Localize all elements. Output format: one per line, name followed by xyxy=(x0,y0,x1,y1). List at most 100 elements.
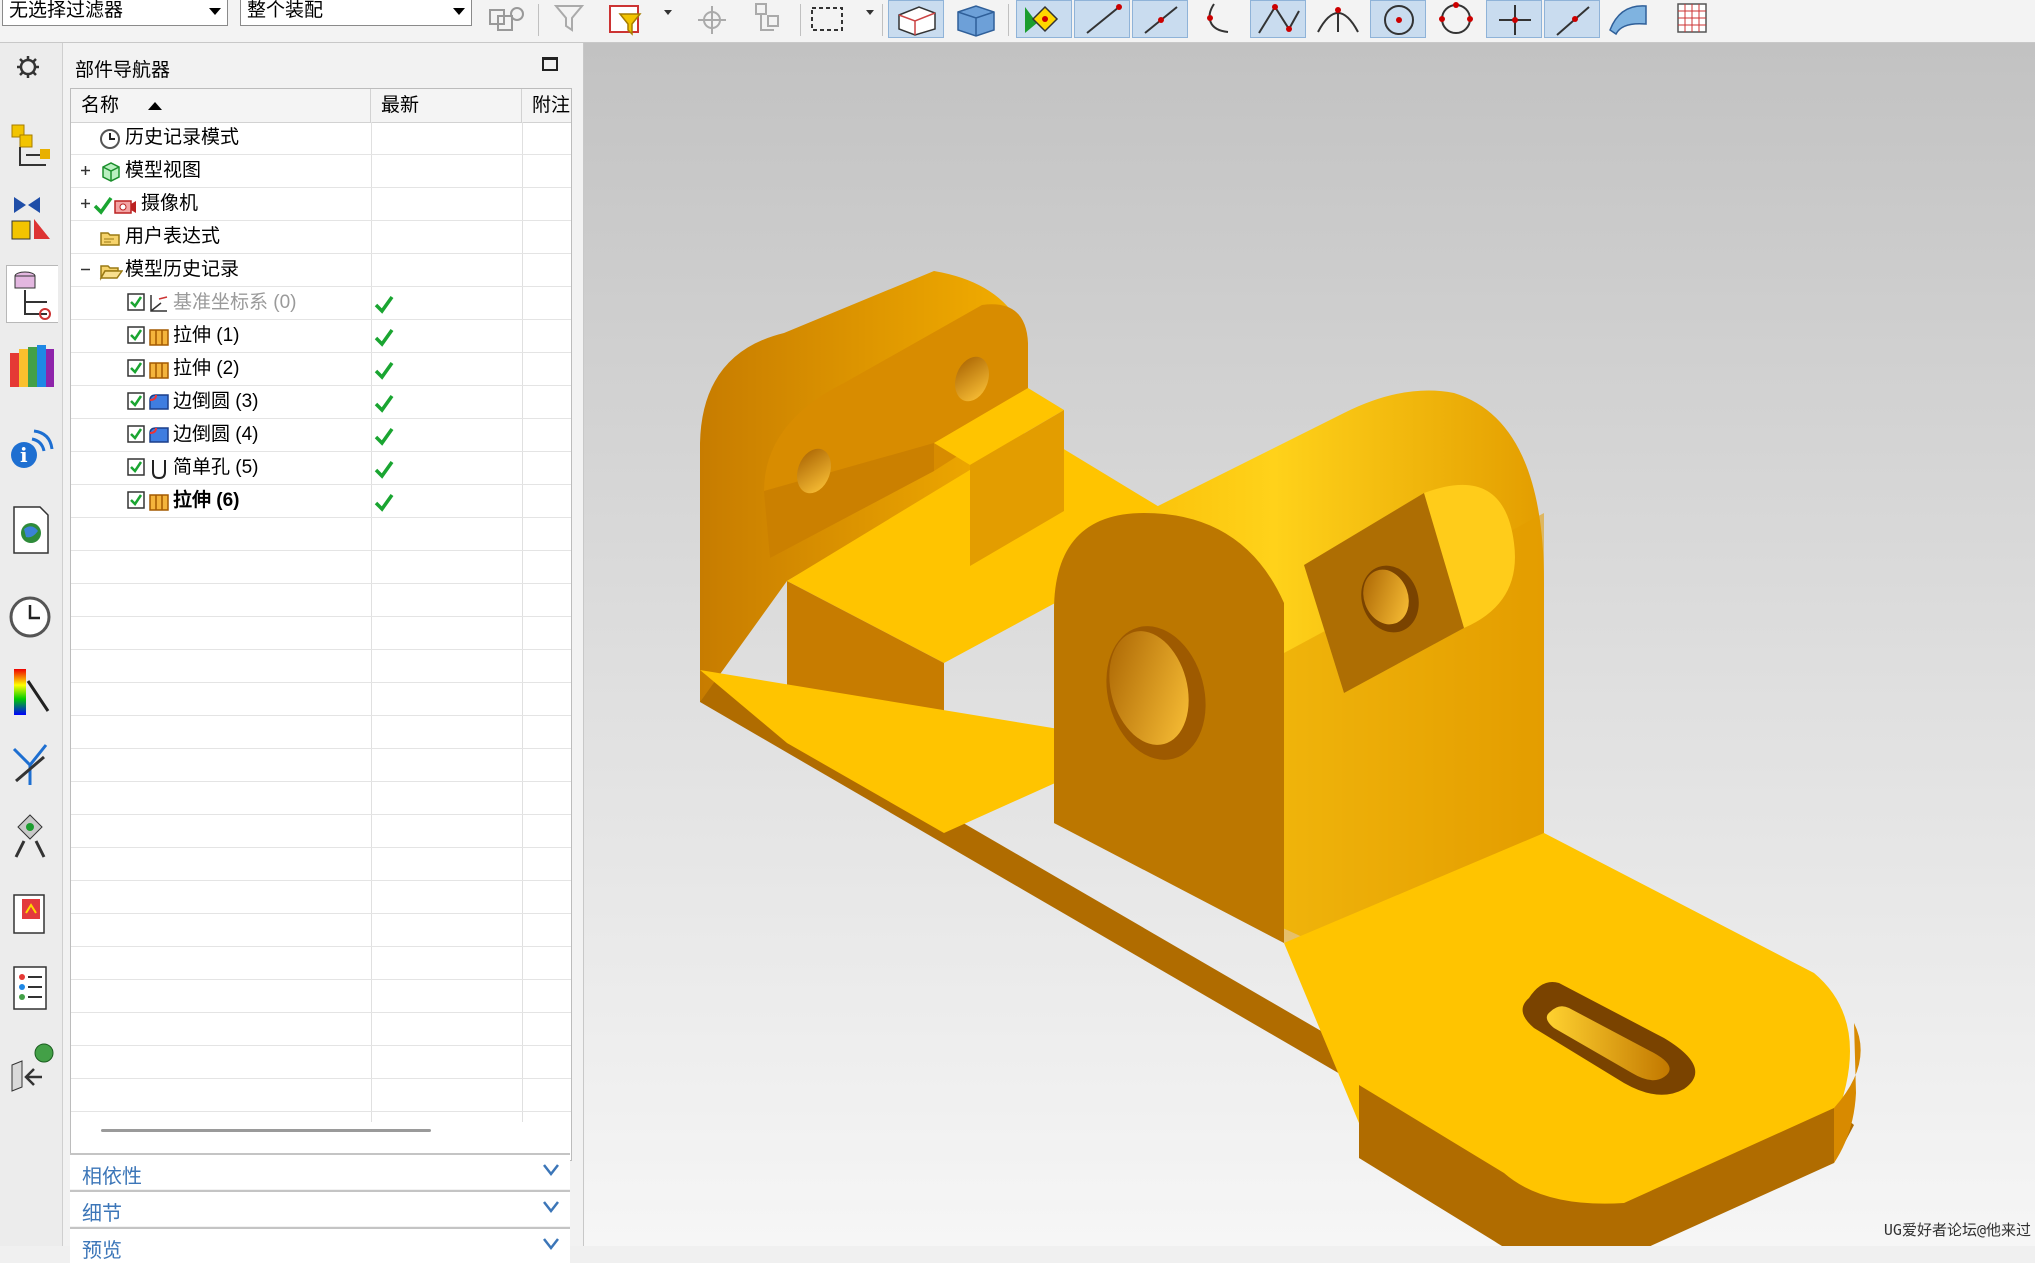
empty-row xyxy=(71,1013,571,1046)
tree-node-cameras[interactable]: 摄像机 xyxy=(71,188,571,221)
tree-node-extrude-1[interactable]: 拉伸 (1) xyxy=(71,320,571,353)
resource-bar: i xyxy=(0,43,63,1246)
snap-control-point-icon[interactable] xyxy=(1016,0,1072,38)
up-to-date-check-icon xyxy=(374,327,394,353)
column-header-notes[interactable]: 附注 xyxy=(522,89,571,122)
checkbox-checked-icon[interactable] xyxy=(127,425,145,449)
chevron-down-icon[interactable] xyxy=(542,1163,560,1177)
collapse-icon[interactable] xyxy=(81,265,90,274)
preview-panel[interactable]: 预览 xyxy=(70,1227,570,1263)
svg-text:i: i xyxy=(20,443,28,467)
rectangle-select-icon[interactable] xyxy=(806,0,852,38)
chevron-down-icon[interactable] xyxy=(866,10,874,15)
tree-node-edge-blend-4[interactable]: 边倒圆 (4) xyxy=(71,419,571,452)
system-scenes-icon[interactable] xyxy=(6,807,58,865)
snap-point-icon[interactable] xyxy=(690,0,736,38)
tree-node-label: 历史记录模式 xyxy=(125,127,240,148)
column-header-up-to-date[interactable]: 最新 xyxy=(371,89,522,122)
chevron-down-icon[interactable] xyxy=(542,1200,560,1214)
empty-row xyxy=(71,551,571,584)
snap-quadrant-icon[interactable] xyxy=(1428,0,1484,38)
column-header-name[interactable]: 名称 xyxy=(71,89,371,122)
type-filter-icon[interactable] xyxy=(606,0,652,38)
tree-node-model-history[interactable]: 模型历史记录 xyxy=(71,254,571,287)
datum-csys-icon xyxy=(147,293,171,321)
checkbox-checked-icon[interactable] xyxy=(127,326,145,350)
roles-icon[interactable] xyxy=(6,735,58,793)
info-feed-icon[interactable]: i xyxy=(6,419,58,477)
checkbox-checked-icon[interactable] xyxy=(127,293,145,317)
assembly-structure-icon[interactable] xyxy=(746,0,792,38)
extrude-icon xyxy=(147,326,171,354)
tree-node-label: 模型视图 xyxy=(125,160,202,181)
constraint-navigator-icon[interactable] xyxy=(6,189,58,247)
empty-row xyxy=(71,617,571,650)
empty-row xyxy=(71,683,571,716)
chevron-down-icon xyxy=(453,8,465,15)
3d-model-bracket[interactable] xyxy=(584,43,2035,1246)
tree-node-label: 拉伸 (1) xyxy=(173,325,240,346)
drawing-sheet-icon[interactable] xyxy=(6,885,58,943)
snap-intersection-icon[interactable] xyxy=(1250,0,1306,38)
snap-arc-center-icon[interactable] xyxy=(1370,0,1426,38)
panel-label: 相依性 xyxy=(82,1166,142,1188)
snap-arc-icon[interactable] xyxy=(1310,0,1366,38)
tree-node-extrude-6[interactable]: 拉伸 (6) xyxy=(71,485,571,518)
process-list-icon[interactable] xyxy=(6,959,58,1017)
cameras-icon xyxy=(113,194,137,222)
reuse-library-icon[interactable] xyxy=(6,339,58,397)
snap-point-on-curve-icon[interactable] xyxy=(1544,0,1600,38)
chevron-down-icon[interactable] xyxy=(664,10,672,15)
web-browser-icon[interactable] xyxy=(6,501,58,559)
horizontal-scrollbar[interactable] xyxy=(101,1129,431,1132)
tree-node-simple-hole-5[interactable]: 简单孔 (5) xyxy=(71,452,571,485)
empty-row xyxy=(71,848,571,881)
panel-label: 细节 xyxy=(82,1203,122,1225)
check-mark-icon xyxy=(93,194,113,222)
tree-node-user-expressions[interactable]: 用户表达式 xyxy=(71,221,571,254)
shaded-with-edges-icon[interactable] xyxy=(888,0,944,38)
chevron-down-icon[interactable] xyxy=(542,1237,560,1251)
snap-end-point-icon[interactable] xyxy=(1074,0,1130,38)
assembly-navigator-icon[interactable] xyxy=(6,115,58,173)
history-clock-icon[interactable] xyxy=(6,589,58,647)
tree-node-extrude-2[interactable]: 拉伸 (2) xyxy=(71,353,571,386)
expand-icon[interactable] xyxy=(81,166,90,175)
empty-row xyxy=(71,584,571,617)
grid-icon[interactable] xyxy=(1670,0,1724,38)
maximize-icon[interactable] xyxy=(542,57,558,71)
checkbox-checked-icon[interactable] xyxy=(127,359,145,383)
visualization-palette-icon[interactable] xyxy=(6,663,58,721)
tree-node-model-views[interactable]: 模型视图 xyxy=(71,155,571,188)
part-navigator-icon[interactable] xyxy=(6,265,58,323)
snap-point-on-face-icon[interactable] xyxy=(1602,0,1658,38)
import-part-icon[interactable] xyxy=(6,1039,58,1097)
details-panel[interactable]: 细节 xyxy=(70,1190,570,1226)
checkbox-checked-icon[interactable] xyxy=(127,392,145,416)
empty-row xyxy=(71,518,571,551)
edge-blend-icon xyxy=(147,425,171,453)
up-to-date-check-icon xyxy=(374,426,394,452)
filter-funnel-icon[interactable] xyxy=(548,0,594,38)
tree-node-edge-blend-3[interactable]: 边倒圆 (3) xyxy=(71,386,571,419)
expand-icon[interactable] xyxy=(81,199,90,208)
model-views-icon xyxy=(99,161,123,189)
tree-node-datum-csys[interactable]: 基准坐标系 (0) xyxy=(71,287,571,320)
tree-node-label: 拉伸 (2) xyxy=(173,358,240,379)
extrude-icon xyxy=(147,359,171,387)
graphics-window[interactable]: UG爱好者论坛@他来过 xyxy=(584,43,2035,1246)
snap-existing-point-icon[interactable] xyxy=(1486,0,1542,38)
dependencies-panel[interactable]: 相依性 xyxy=(70,1153,570,1189)
selection-filter-dropdown[interactable]: 无选择过滤器 xyxy=(2,0,228,26)
snap-curve-icon[interactable] xyxy=(1198,0,1254,38)
selection-scope-dropdown[interactable]: 整个装配 xyxy=(240,0,472,26)
assembly-filter-icon[interactable] xyxy=(484,0,530,38)
checkbox-checked-icon[interactable] xyxy=(127,491,145,515)
checkbox-checked-icon[interactable] xyxy=(127,458,145,482)
gear-icon[interactable] xyxy=(6,47,58,105)
shaded-view-icon[interactable] xyxy=(948,0,1002,38)
tree-node-label: 边倒圆 (4) xyxy=(173,424,259,445)
tree-node-history-mode[interactable]: 历史记录模式 xyxy=(71,122,571,155)
edge-blend-icon xyxy=(147,392,171,420)
snap-mid-point-icon[interactable] xyxy=(1132,0,1188,38)
